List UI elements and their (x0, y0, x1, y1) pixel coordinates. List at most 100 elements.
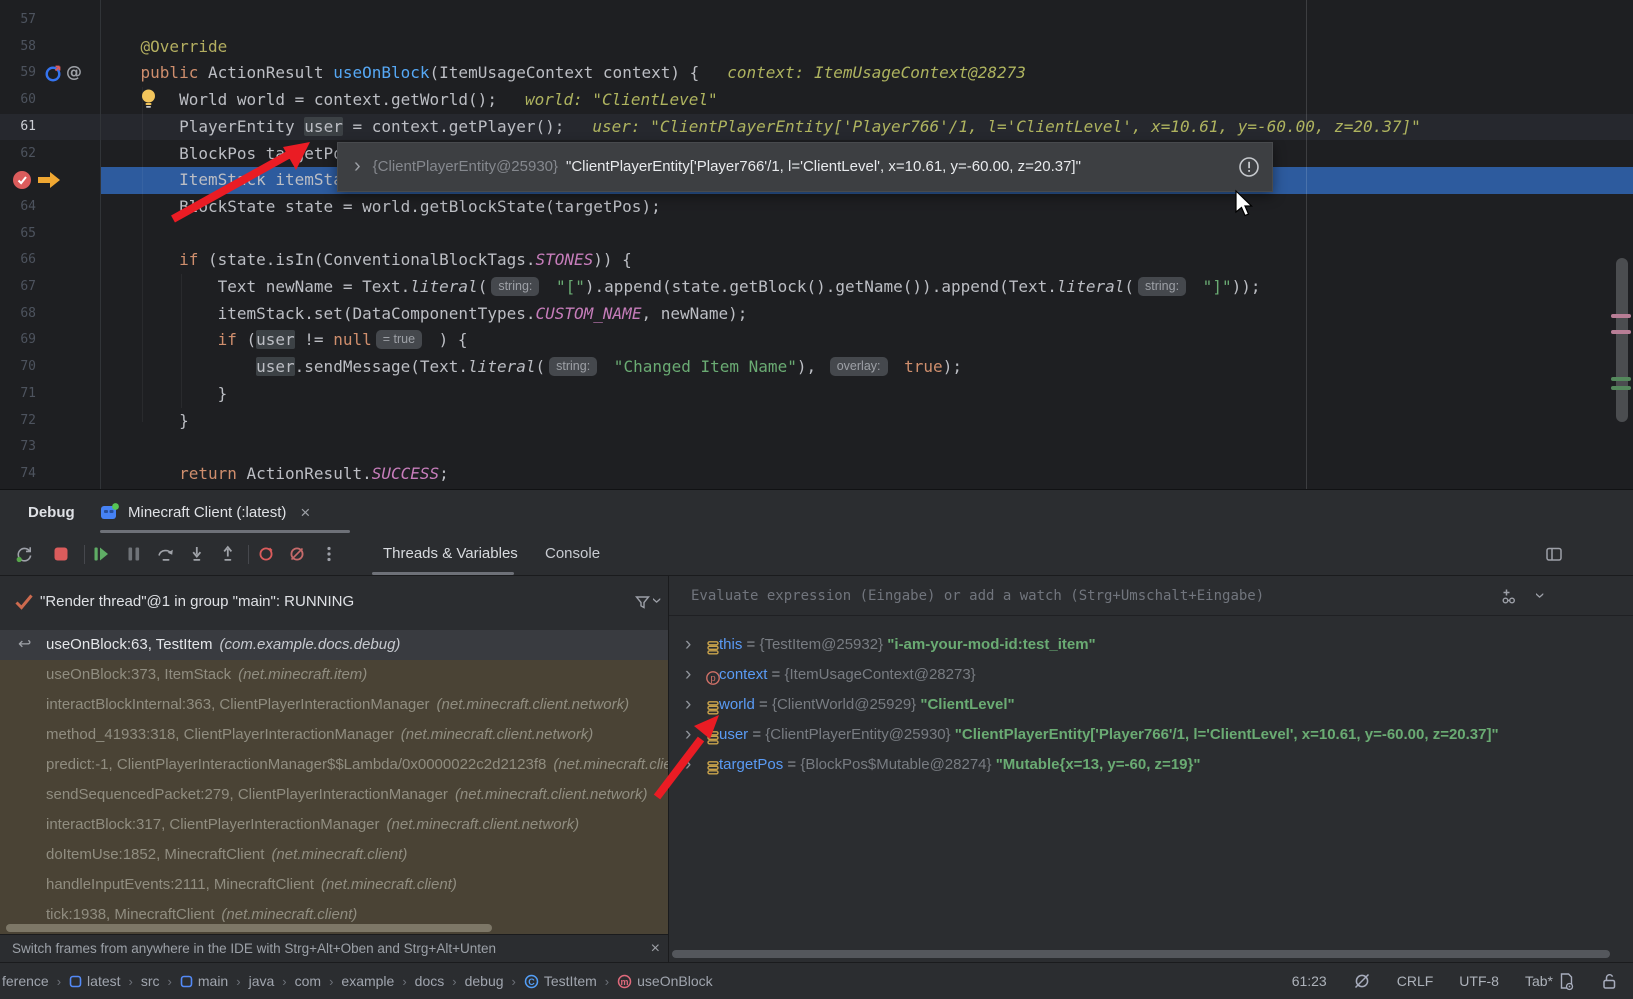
stack-frame[interactable]: predict:-1, ClientPlayerInteractionManag… (0, 750, 668, 780)
breadcrumb-item[interactable]: java (249, 973, 275, 989)
thread-label[interactable]: "Render thread"@1 in group "main": RUNNI… (40, 576, 354, 628)
line-number[interactable]: 70 (0, 354, 36, 381)
step-into-button[interactable] (188, 545, 206, 563)
expand-chevron-icon[interactable]: › (685, 660, 691, 690)
tab-threads-variables[interactable]: Threads & Variables (383, 534, 518, 576)
code-line[interactable]: return ActionResult.SUCCESS; (100, 461, 449, 488)
code-line[interactable] (100, 7, 102, 34)
error-stripe-mark[interactable] (1611, 386, 1631, 390)
line-number[interactable]: 72 (0, 408, 36, 435)
variable-row[interactable]: ›this = {TestItem@25932} "i-am-your-mod-… (669, 630, 1633, 660)
line-number[interactable]: 59 (0, 60, 36, 87)
expand-chevron-icon[interactable]: › (685, 750, 691, 780)
stop-button[interactable] (52, 545, 70, 563)
variable-row[interactable]: ›targetPos = {BlockPos$Mutable@28274} "M… (669, 750, 1633, 780)
editor-scrollbar[interactable] (1616, 258, 1628, 422)
line-number[interactable]: 69 (0, 327, 36, 354)
pause-button[interactable] (125, 545, 143, 563)
rerun-button[interactable] (15, 545, 33, 563)
hint-close-icon[interactable]: × (651, 935, 660, 962)
stack-frame[interactable]: doItemUse:1852, MinecraftClient(net.mine… (0, 840, 668, 870)
error-stripe-mark[interactable] (1611, 330, 1631, 334)
breadcrumb-item[interactable]: main (180, 973, 228, 989)
frames-horizontal-scrollbar[interactable] (6, 924, 492, 932)
code-line[interactable]: } (100, 381, 227, 408)
breadcrumb-item[interactable]: ference (2, 973, 49, 989)
code-line[interactable]: itemStack.set(DataComponentTypes.CUSTOM_… (100, 301, 747, 328)
breadcrumb-item[interactable]: example (341, 973, 394, 989)
stack-frame[interactable]: interactBlock:317, ClientPlayerInteracti… (0, 810, 668, 840)
view-breakpoints-button[interactable] (257, 545, 275, 563)
tooltip-expand-icon[interactable]: › (354, 155, 361, 178)
step-out-button[interactable] (219, 545, 237, 563)
breakpoint-verified-icon[interactable] (12, 170, 32, 190)
line-number[interactable]: 57 (0, 7, 36, 34)
breadcrumb-item[interactable]: latest (69, 973, 120, 989)
thread-selector[interactable]: "Render thread"@1 in group "main": RUNNI… (0, 576, 668, 628)
intention-bulb-icon[interactable] (140, 88, 157, 110)
breadcrumb-item[interactable]: docs (415, 973, 445, 989)
code-line[interactable]: if (user != null= true ) { (100, 327, 468, 354)
breadcrumb-item[interactable]: src (141, 973, 160, 989)
line-number[interactable]: 65 (0, 221, 36, 248)
mute-breakpoints-button[interactable] (288, 545, 306, 563)
resume-button[interactable] (92, 545, 110, 563)
breadcrumb-item[interactable]: debug (465, 973, 504, 989)
evaluate-expression-bar[interactable]: Evaluate expression (Eingabe) or add a w… (669, 576, 1633, 616)
expand-chevron-icon[interactable]: › (685, 630, 691, 660)
annotation-gutter-icon[interactable]: @ (66, 62, 82, 81)
caret-position-widget[interactable]: 61:23 (1292, 973, 1327, 989)
code-line[interactable]: PlayerEntity user = context.getPlayer();… (100, 114, 1421, 141)
line-number[interactable]: 60 (0, 87, 36, 114)
variable-row[interactable]: ›user = {ClientPlayerEntity@25930} "Clie… (669, 720, 1633, 750)
encoding-widget[interactable]: UTF-8 (1459, 973, 1499, 989)
variable-row[interactable]: ›pcontext = {ItemUsageContext@28273} (669, 660, 1633, 690)
line-number[interactable]: 58 (0, 34, 36, 61)
stack-frame[interactable]: method_41933:318, ClientPlayerInteractio… (0, 720, 668, 750)
line-ending-widget[interactable]: CRLF (1397, 973, 1434, 989)
code-line[interactable]: World world = context.getWorld();world: … (100, 87, 718, 114)
eye-off-icon[interactable] (1353, 972, 1371, 990)
breadcrumb-item[interactable]: museOnBlock (617, 973, 712, 989)
tab-console[interactable]: Console (545, 534, 600, 576)
more-actions-kebab-icon[interactable] (320, 545, 338, 563)
code-line[interactable]: @Override (100, 34, 227, 61)
stack-frame[interactable]: interactBlockInternal:363, ClientPlayerI… (0, 690, 668, 720)
chevron-down-icon[interactable]: › (1530, 593, 1551, 599)
stack-frame[interactable]: useOnBlock:373, ItemStack(net.minecraft.… (0, 660, 668, 690)
expand-chevron-icon[interactable]: › (685, 690, 691, 720)
override-method-icon[interactable] (44, 64, 63, 83)
line-number[interactable]: 61 (0, 114, 36, 141)
warning-circle-icon[interactable] (1238, 156, 1260, 178)
session-tab[interactable]: Minecraft Client (:latest) × (100, 490, 310, 535)
variable-row[interactable]: ›world = {ClientWorld@25929} "ClientLeve… (669, 690, 1633, 720)
line-number[interactable]: 73 (0, 434, 36, 461)
session-tab-close-icon[interactable]: × (300, 503, 310, 523)
layout-settings-icon[interactable] (1545, 545, 1563, 563)
code-line[interactable]: user.sendMessage(Text.literal(string: "C… (100, 354, 962, 381)
code-editor[interactable]: 5758596061626465666768697071727374 @Over… (0, 0, 1633, 489)
debug-title[interactable]: Debug (28, 490, 75, 535)
code-line[interactable]: if (state.isIn(ConventionalBlockTags.STO… (100, 247, 632, 274)
chevron-down-icon[interactable]: › (647, 598, 668, 604)
unlock-icon[interactable] (1601, 972, 1617, 990)
variables-horizontal-scrollbar[interactable] (672, 950, 1610, 958)
line-number[interactable]: 71 (0, 381, 36, 408)
code-line[interactable] (100, 221, 102, 248)
step-over-button[interactable] (157, 545, 175, 563)
line-number[interactable]: 66 (0, 247, 36, 274)
indent-widget[interactable]: Tab* (1525, 972, 1575, 991)
line-number[interactable]: 67 (0, 274, 36, 301)
line-number[interactable]: 62 (0, 141, 36, 168)
line-number[interactable]: 64 (0, 194, 36, 221)
code-line[interactable]: BlockState state = world.getBlockState(t… (100, 194, 661, 221)
error-stripe-mark[interactable] (1611, 314, 1631, 318)
expand-chevron-icon[interactable]: › (685, 720, 691, 750)
breadcrumb-item[interactable]: CTestItem (524, 973, 597, 989)
line-number[interactable]: 74 (0, 461, 36, 488)
stack-frame[interactable]: handleInputEvents:2111, MinecraftClient(… (0, 870, 668, 900)
code-line[interactable]: Text newName = Text.literal(string: "[")… (100, 274, 1260, 301)
stack-frame[interactable]: ↩useOnBlock:63, TestItem(com.example.doc… (0, 630, 668, 660)
code-line[interactable]: } (100, 408, 189, 435)
error-stripe-mark[interactable] (1611, 377, 1631, 381)
